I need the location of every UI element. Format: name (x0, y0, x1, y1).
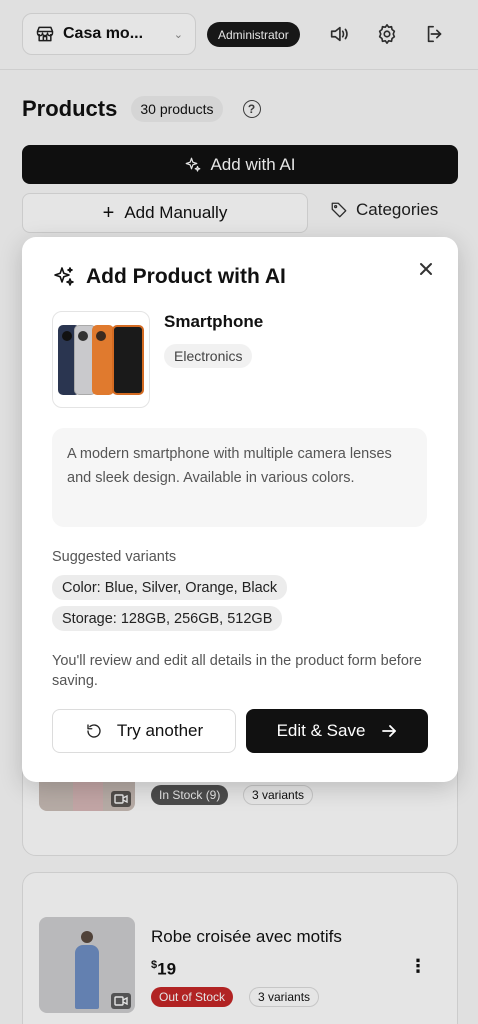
modal-title: Add Product with AI (52, 265, 286, 289)
modal-title-text: Add Product with AI (86, 265, 286, 288)
refresh-icon (87, 724, 101, 738)
try-another-button[interactable]: Try another (52, 709, 236, 753)
try-another-label: Try another (116, 721, 204, 740)
smartphone-image (56, 321, 146, 399)
review-note: You'll review and edit all details in th… (52, 653, 422, 689)
product-image (52, 311, 150, 408)
edit-save-button[interactable]: Edit & Save (246, 709, 428, 753)
add-product-ai-modal: Add Product with AI Smartphone Electroni… (22, 237, 458, 782)
variant-chip: Storage: 128GB, 256GB, 512GB (52, 606, 283, 631)
product-description: A modern smartphone with multiple camera… (52, 428, 427, 527)
category-badge: Electronics (164, 344, 253, 368)
products-page: Casa mo... ⌄ Administrator Products 30 p… (0, 0, 478, 1024)
product-title: Smartphone (164, 312, 264, 331)
arrow-right-icon (382, 725, 397, 737)
variants-label: Suggested variants (52, 549, 177, 565)
close-icon[interactable] (416, 259, 436, 279)
sparkle-icon (54, 267, 74, 286)
variant-chip: Color: Blue, Silver, Orange, Black (52, 575, 288, 600)
edit-save-label: Edit & Save (276, 721, 366, 740)
